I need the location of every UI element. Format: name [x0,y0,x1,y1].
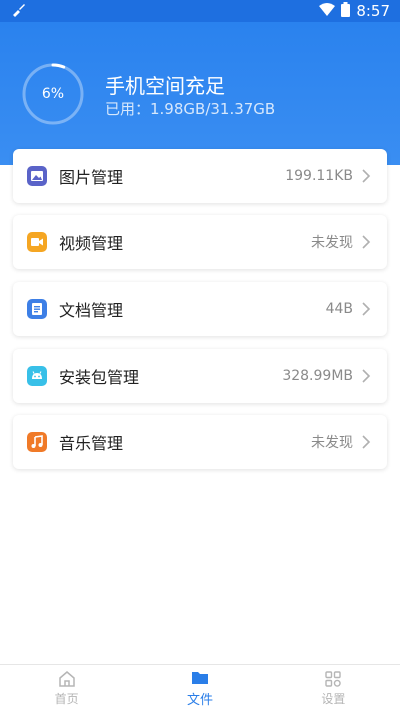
status-time: 8:57 [356,2,390,20]
storage-used: 已用：1.98GB/31.37GB [105,100,276,118]
category-documents[interactable]: 文档管理 44B [13,282,387,336]
category-label: 音乐管理 [59,434,124,453]
wifi-icon [319,2,336,20]
category-videos[interactable]: 视频管理 未发现 [13,215,387,269]
category-size: 未发现 [311,235,353,251]
settings-icon [325,670,342,687]
category-images[interactable]: 图片管理 199.11KB [13,149,387,203]
category-size: 328.99MB [282,368,353,384]
category-size: 199.11KB [285,168,353,184]
bottom-nav: 首页 文件 设置 [0,664,400,710]
broom-icon [10,1,26,21]
nav-files[interactable]: 文件 [133,665,266,710]
nav-settings[interactable]: 设置 [267,665,400,710]
nav-label: 文件 [186,692,213,708]
storage-title: 手机空间充足 [105,74,225,98]
image-icon [27,166,47,186]
nav-home[interactable]: 首页 [0,665,133,710]
storage-header: 6% 手机空间充足 已用：1.98GB/31.37GB [0,22,400,165]
nav-label: 首页 [54,691,79,706]
music-icon [27,432,47,452]
category-size: 未发现 [311,435,353,451]
chevron-right-icon [362,435,371,449]
category-packages[interactable]: 安装包管理 328.99MB [13,349,387,403]
category-label: 安装包管理 [59,368,140,387]
android-icon [27,366,47,386]
home-icon [58,670,75,687]
battery-icon [341,1,351,21]
chevron-right-icon [362,169,371,183]
document-icon [27,299,47,319]
chevron-right-icon [362,302,371,316]
video-icon [27,232,47,252]
nav-label: 设置 [321,691,346,706]
category-label: 文档管理 [59,301,124,320]
category-size: 44B [325,301,353,317]
status-bar: 8:57 [0,0,400,22]
folder-icon [191,671,208,684]
chevron-right-icon [362,369,371,383]
category-label: 图片管理 [59,168,124,187]
chevron-right-icon [362,235,371,249]
category-music[interactable]: 音乐管理 未发现 [13,415,387,469]
category-label: 视频管理 [59,234,124,253]
storage-percent: 6% [41,86,65,102]
